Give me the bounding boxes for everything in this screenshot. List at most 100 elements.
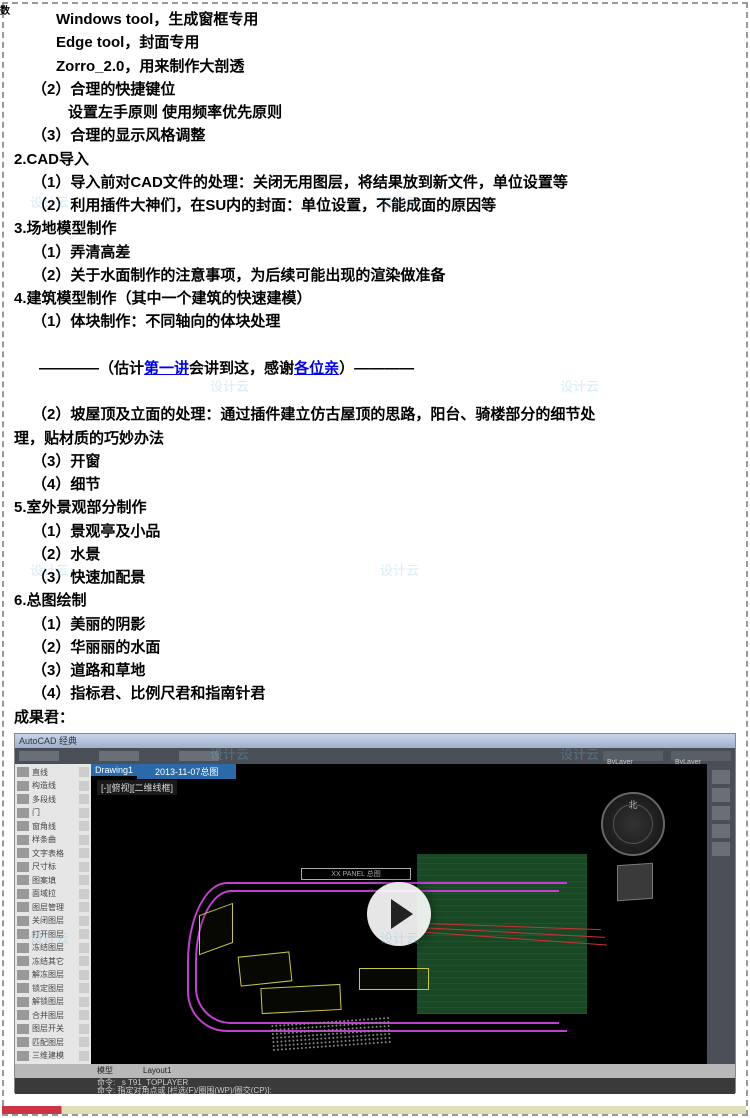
tool-icon	[17, 808, 29, 818]
tool-icon	[17, 1024, 29, 1034]
text-line: 设置左手原则 使用频率优先原则	[14, 101, 736, 124]
viewport-label: [-][俯视][二维线框]	[97, 780, 177, 795]
text-line: 4.建筑模型制作（其中一个建筑的快速建模）	[14, 287, 736, 310]
palette-item[interactable]: 图层管理	[17, 901, 89, 914]
cad-right-palette	[707, 764, 735, 1064]
bylayer-dropdown[interactable]: ByLayer	[671, 751, 731, 761]
text-line: （4）指标君、比例尺君和指南针君	[14, 682, 736, 705]
tool-label: 图层管理	[32, 902, 76, 913]
palette-item[interactable]: 冻结其它	[17, 955, 89, 968]
palette-item[interactable]: 解冻图层	[17, 968, 89, 981]
tool-label: 文字表格	[32, 848, 76, 859]
building-block	[359, 968, 429, 990]
palette-item[interactable]: 直线	[17, 766, 89, 779]
palette-item[interactable]: 构造线	[17, 779, 89, 792]
tool-end-icon	[79, 808, 89, 818]
corner-glyph: 数	[0, 2, 10, 17]
tool-icon	[17, 956, 29, 966]
tool-label: 冻结图层	[32, 942, 76, 953]
toolbar-item[interactable]	[179, 751, 219, 761]
window-titlebar: AutoCAD 经典	[15, 734, 735, 748]
text-line: （2）水景	[14, 543, 736, 566]
cad-left-palette: 直线构造线多段线门窗角线样条曲文字表格尺寸标图案填面域拉图层管理关闭图层打开图层…	[15, 764, 91, 1064]
palette-item[interactable]: 解锁图层	[17, 995, 89, 1008]
link-thanks[interactable]: 各位亲	[294, 360, 339, 377]
nav-tool[interactable]	[712, 842, 730, 856]
palette-item[interactable]: 冻结图层	[17, 941, 89, 954]
palette-item[interactable]: 打开图层	[17, 928, 89, 941]
palette-item[interactable]: 合并图层	[17, 1009, 89, 1022]
model-tab[interactable]: 模型	[97, 1065, 113, 1076]
palette-item[interactable]: 尺寸标	[17, 860, 89, 873]
palette-item[interactable]: 文字表格	[17, 847, 89, 860]
document-text: Windows tool，生成窗框专用Edge tool，封面专用Zorro_2…	[14, 8, 736, 729]
tool-label: 锁定图层	[32, 983, 76, 994]
drawing-tab[interactable]: Drawing1	[91, 764, 141, 776]
tool-end-icon	[79, 889, 89, 899]
nav-tool[interactable]	[712, 806, 730, 820]
palette-item[interactable]: 面域拉	[17, 887, 89, 900]
drawing-tab[interactable]: 2013-11-07总图	[137, 764, 236, 779]
viewcube[interactable]	[617, 862, 653, 901]
tool-end-icon	[79, 875, 89, 885]
palette-item[interactable]: 匹配图层	[17, 1036, 89, 1049]
tool-label: 门	[32, 807, 76, 818]
palette-item[interactable]: 样条曲	[17, 833, 89, 846]
tool-icon	[17, 929, 29, 939]
tool-end-icon	[79, 1051, 89, 1061]
compass-north: 北	[628, 798, 637, 811]
tool-icon	[17, 970, 29, 980]
palette-item[interactable]: 三维建模	[17, 1049, 89, 1062]
tool-end-icon	[79, 1010, 89, 1020]
text-line: （1）弄清高差	[14, 241, 736, 264]
palette-item[interactable]: 关闭图层	[17, 914, 89, 927]
cad-screenshot: AutoCAD 经典 ByLayer ByLayer 直线构造线多段线门窗角线样…	[14, 733, 736, 1093]
text-line: （1）景观亭及小品	[14, 520, 736, 543]
nav-tool[interactable]	[712, 770, 730, 784]
viewcube-compass[interactable]: 北	[601, 792, 665, 856]
palette-item[interactable]: 窗角线	[17, 820, 89, 833]
bylayer-dropdown[interactable]: ByLayer	[603, 751, 663, 761]
tool-label: 构造线	[32, 780, 76, 791]
toolbar-item[interactable]	[19, 751, 59, 761]
layout-tab[interactable]: Layout1	[143, 1066, 171, 1075]
tool-label: 图案填	[32, 875, 76, 886]
tool-icon	[17, 889, 29, 899]
palette-item[interactable]: 门	[17, 806, 89, 819]
tool-icon	[17, 875, 29, 885]
tool-icon	[17, 821, 29, 831]
link-first-lecture[interactable]: 第一讲	[144, 360, 189, 377]
tool-end-icon	[79, 821, 89, 831]
tool-label: 样条曲	[32, 834, 76, 845]
divider-text-a: ————（估计	[39, 360, 144, 377]
play-button[interactable]	[367, 882, 431, 946]
tool-end-icon	[79, 862, 89, 872]
command-line[interactable]: 命令: _s T91_TOPLAYER 命令: 指定对角点或 [栏选(F)/圈围…	[15, 1078, 735, 1094]
tool-end-icon	[79, 997, 89, 1007]
nav-tool[interactable]	[712, 788, 730, 802]
tool-icon	[17, 997, 29, 1007]
toolbar-item[interactable]	[99, 751, 139, 761]
text-line: 6.总图绘制	[14, 589, 736, 612]
text-line: Windows tool，生成窗框专用	[14, 8, 736, 31]
tool-label: 合并图层	[32, 1010, 76, 1021]
text-line: （1）导入前对CAD文件的处理：关闭无用图层，将结果放到新文件，单位设置等	[14, 171, 736, 194]
tool-icon	[17, 983, 29, 993]
tool-label: 尺寸标	[32, 861, 76, 872]
palette-item[interactable]: 多段线	[17, 793, 89, 806]
tool-end-icon	[79, 902, 89, 912]
building-block	[260, 984, 341, 1014]
text-line: Zorro_2.0，用来制作大剖透	[14, 55, 736, 78]
palette-item[interactable]: 图案填	[17, 874, 89, 887]
cad-canvas[interactable]: Drawing1 2013-11-07总图 [-][俯视][二维线框] 北 XX…	[91, 764, 707, 1064]
divider-line: ————（估计第一讲会讲到这，感谢各位亲）————	[14, 334, 736, 404]
text-line: （2）关于水面制作的注意事项，为后续可能出现的渲染做准备	[14, 264, 736, 287]
palette-item[interactable]: 锁定图层	[17, 982, 89, 995]
divider-text-b: 会讲到这，感谢	[189, 360, 294, 377]
tool-end-icon	[79, 970, 89, 980]
tool-label: 冻结其它	[32, 956, 76, 967]
nav-tool[interactable]	[712, 824, 730, 838]
palette-item[interactable]: 图层开关	[17, 1022, 89, 1035]
tool-icon	[17, 767, 29, 777]
tool-label: 解锁图层	[32, 996, 76, 1007]
